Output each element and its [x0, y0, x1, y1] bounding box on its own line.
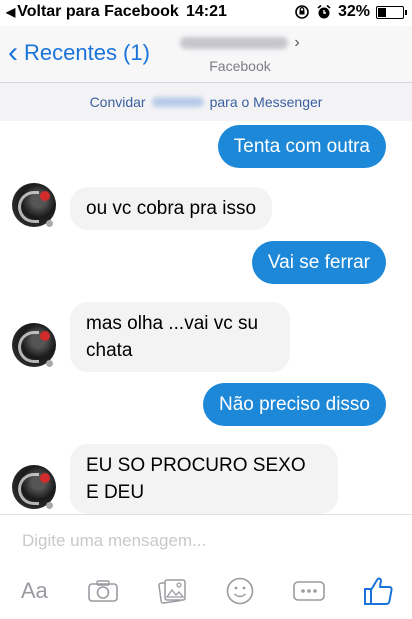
invite-suffix: para o Messenger [209, 94, 323, 110]
chevron-right-icon: › [294, 34, 300, 51]
orientation-lock-icon [294, 4, 310, 20]
message-text: Não preciso disso [218, 394, 370, 415]
message-text: Tenta com outra [233, 136, 370, 157]
invite-name-redacted [151, 97, 204, 107]
composer-toolbar: Aa [0, 571, 412, 611]
like-thumbs-up-icon[interactable] [358, 574, 398, 608]
back-button-label: Recentes (1) [24, 40, 150, 65]
more-options-icon[interactable] [289, 574, 329, 608]
back-button[interactable]: ‹ Recentes (1) [8, 38, 150, 68]
seen-indicator [46, 502, 53, 509]
message-text: EU SO PROCURO SEXO E DEU [86, 455, 306, 503]
seen-indicator [46, 220, 53, 227]
back-to-facebook-link[interactable]: ◀ Voltar para Facebook [6, 3, 179, 21]
battery-fill [378, 7, 387, 17]
navigation-bar: ‹ Recentes (1) › Facebook [0, 26, 412, 83]
conversation-title[interactable]: › Facebook [170, 34, 310, 74]
chevron-left-icon: ‹ [8, 36, 18, 69]
message-bubble-sent[interactable]: Não preciso disso [202, 383, 386, 426]
status-bar: ◀ Voltar para Facebook 14:21 32% [0, 0, 412, 26]
seen-indicator [46, 360, 53, 367]
battery-icon [376, 5, 407, 19]
message-bubble-received[interactable]: ou vc cobra pra isso [70, 187, 273, 230]
invite-prefix: Convidar [89, 94, 146, 110]
battery-percent: 32% [337, 3, 370, 20]
alarm-icon [316, 4, 332, 20]
message-text: ou vc cobra pra isso [86, 198, 257, 219]
contact-name-redacted [180, 37, 289, 49]
conversation-subtitle: Facebook [209, 58, 271, 75]
back-to-facebook-label: Voltar para Facebook [17, 3, 179, 20]
photo-gallery-icon[interactable] [152, 574, 192, 608]
invite-banner[interactable]: Convidar para o Messenger [0, 83, 412, 121]
message-text: mas olha ...vai vc su chata [86, 313, 259, 361]
text-tool-button[interactable]: Aa [14, 574, 54, 608]
message-text: Vai se ferrar [267, 252, 370, 273]
composer: Digite uma mensagem... Aa [0, 514, 412, 619]
clock: 14:21 [186, 3, 227, 20]
camera-icon[interactable] [83, 574, 123, 608]
message-bubble-sent[interactable]: Tenta com outra [217, 125, 386, 168]
message-bubble-received[interactable]: EU SO PROCURO SEXO E DEU [70, 444, 338, 514]
sticker-icon[interactable] [220, 574, 260, 608]
message-bubble-sent[interactable]: Vai se ferrar [251, 241, 386, 284]
message-bubble-received[interactable]: mas olha ...vai vc su chata [70, 302, 290, 372]
message-input[interactable]: Digite uma mensagem... [22, 531, 206, 551]
back-triangle-icon: ◀ [6, 5, 16, 19]
